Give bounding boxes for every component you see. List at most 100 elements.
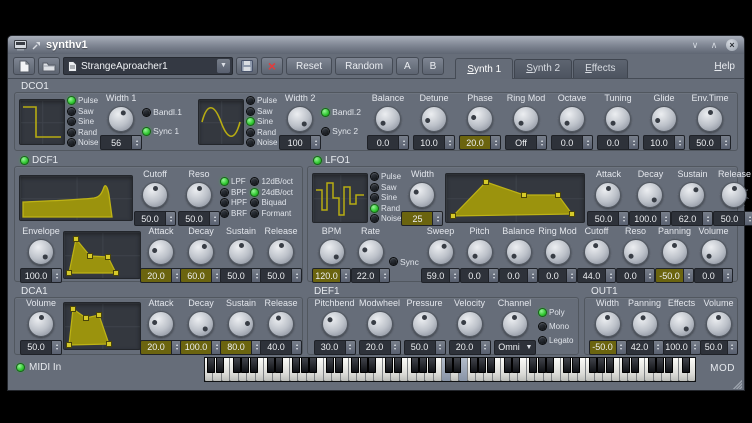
value-modwheel[interactable]: 20.0▲▼: [359, 340, 401, 355]
piano-black-key[interactable]: [504, 358, 512, 373]
knob-dial[interactable]: [637, 182, 663, 208]
piano-black-key[interactable]: [445, 358, 453, 373]
radio-rand[interactable]: Rand: [247, 128, 278, 137]
value-decay[interactable]: 100.0▲▼: [180, 340, 222, 355]
spinbox-arrows[interactable]: ▲▼: [674, 136, 684, 149]
knob-width[interactable]: Width25▲▼: [401, 169, 443, 226]
knob-dial[interactable]: [623, 239, 649, 265]
delete-preset-button[interactable]: ×: [261, 57, 283, 75]
mod-button[interactable]: MOD: [710, 363, 735, 374]
knob-dial[interactable]: [421, 106, 447, 132]
knob-detune[interactable]: Detune10.0▲▼: [411, 93, 457, 150]
knob-env-time[interactable]: Env.Time50.0▲▼: [687, 93, 733, 150]
piano-black-key[interactable]: [682, 358, 690, 373]
piano-black-key[interactable]: [589, 358, 597, 373]
spinbox-arrows[interactable]: ▲▼: [340, 269, 350, 282]
value-release[interactable]: 50.0▲▼: [260, 268, 302, 283]
radio-noise[interactable]: Noise: [68, 138, 99, 147]
knob-dial[interactable]: [188, 311, 214, 337]
value-ring-mod[interactable]: 0.0▲▼: [538, 268, 577, 283]
piano-white-key[interactable]: [679, 358, 687, 381]
knob-reso[interactable]: Reso0.0▲▼: [616, 226, 655, 283]
knob-dial[interactable]: [679, 182, 705, 208]
radio-formant[interactable]: Formant: [251, 209, 298, 218]
lfo1-led[interactable]: [314, 157, 321, 164]
check-sync-1[interactable]: Sync 1: [143, 126, 182, 136]
spinbox-arrows[interactable]: ▲▼: [379, 269, 389, 282]
value-release[interactable]: 50.0▲▼: [713, 211, 752, 226]
knob-release[interactable]: Release50.0▲▼: [713, 169, 752, 226]
piano-black-key[interactable]: [656, 358, 664, 373]
piano-white-key[interactable]: [561, 358, 569, 381]
piano-black-key[interactable]: [529, 358, 537, 373]
radio-pulse[interactable]: Pulse: [371, 172, 401, 181]
knob-cutoff[interactable]: Cutoff44.0▲▼: [577, 226, 616, 283]
radio-hpf[interactable]: HPF: [221, 198, 251, 207]
radio-biquad[interactable]: Biquad: [251, 198, 298, 207]
radio-rand[interactable]: Rand: [68, 128, 99, 137]
piano-black-key[interactable]: [631, 358, 639, 373]
piano-white-key[interactable]: [586, 358, 594, 381]
piano-black-key[interactable]: [597, 358, 605, 373]
knob-rate[interactable]: Rate22.0▲▼: [351, 226, 390, 283]
filter-response-display[interactable]: [19, 175, 133, 221]
knob-envelope[interactable]: Envelope100.0▲▼: [19, 226, 63, 283]
knob-dial[interactable]: [584, 239, 610, 265]
knob-attack[interactable]: Attack20.0▲▼: [141, 298, 181, 355]
radio-saw[interactable]: Saw: [247, 107, 278, 116]
piano-black-key[interactable]: [335, 358, 343, 373]
knob-dial[interactable]: [662, 239, 688, 265]
knob-dial[interactable]: [669, 311, 695, 337]
radio-noise[interactable]: Noise: [247, 138, 278, 147]
knob-dial[interactable]: [228, 311, 254, 337]
piano-black-key[interactable]: [419, 358, 427, 373]
filter-envelope-display[interactable]: [63, 231, 141, 279]
value-attack[interactable]: 20.0▲▼: [140, 340, 182, 355]
radio-bpf[interactable]: BPF: [221, 188, 251, 197]
compare-b-button[interactable]: B: [422, 57, 445, 75]
tab-effects[interactable]: Effects: [573, 59, 627, 78]
piano-black-key[interactable]: [453, 358, 461, 373]
value-volume[interactable]: 50.0▲▼: [20, 340, 62, 355]
value-envelope[interactable]: 100.0▲▼: [20, 268, 62, 283]
knob-dial[interactable]: [358, 239, 384, 265]
spinbox-arrows[interactable]: ▲▼: [727, 341, 737, 354]
value-channel[interactable]: Omni▼: [494, 340, 536, 355]
save-preset-button[interactable]: [236, 57, 258, 75]
value-width[interactable]: -50.0▲▼: [589, 340, 627, 355]
piano-white-key[interactable]: [383, 358, 391, 381]
knob-width-1[interactable]: Width 156▲▼: [99, 93, 143, 150]
amp-envelope-display[interactable]: [63, 302, 141, 350]
piano-black-key[interactable]: [606, 358, 614, 373]
value-glide[interactable]: 10.0▲▼: [643, 135, 685, 150]
knob-modwheel[interactable]: Modwheel20.0▲▼: [357, 298, 402, 355]
knob-panning[interactable]: Panning42.0▲▼: [626, 298, 663, 355]
maximize-icon[interactable]: ∧: [707, 36, 721, 54]
new-preset-button[interactable]: [13, 57, 35, 75]
value-octave[interactable]: 0.0▲▼: [551, 135, 593, 150]
value-ring-mod[interactable]: Off▲▼: [505, 135, 547, 150]
radio-saw[interactable]: Saw: [68, 107, 99, 116]
spinbox-arrows[interactable]: ▲▼: [449, 269, 459, 282]
spinbox-arrows[interactable]: ▲▼: [291, 269, 301, 282]
knob-attack[interactable]: Attack50.0▲▼: [587, 169, 629, 226]
spinbox-arrows[interactable]: ▲▼: [488, 269, 498, 282]
value-width-2[interactable]: 100▲▼: [279, 135, 321, 150]
value-attack[interactable]: 20.0▲▼: [140, 268, 182, 283]
value-panning[interactable]: 42.0▲▼: [626, 340, 664, 355]
knob-ring-mod[interactable]: Ring ModOff▲▼: [503, 93, 549, 150]
radio-poly[interactable]: Poly: [539, 308, 574, 317]
value-balance[interactable]: 0.0▲▼: [367, 135, 409, 150]
knob-dial[interactable]: [595, 182, 621, 208]
piano-black-key[interactable]: [512, 358, 520, 373]
spinbox-arrows[interactable]: ▲▼: [165, 212, 175, 225]
spinbox-arrows[interactable]: ▲▼: [644, 269, 654, 282]
value-reso[interactable]: 50.0▲▼: [178, 211, 220, 226]
tab-synth-2[interactable]: Synth 2: [514, 59, 572, 78]
knob-effects[interactable]: Effects100.0▲▼: [663, 298, 700, 355]
knob-dial[interactable]: [428, 239, 454, 265]
knob-sustain[interactable]: Sustain80.0▲▼: [221, 298, 261, 355]
radio-rand[interactable]: Rand: [371, 204, 401, 213]
piano-white-key[interactable]: [230, 358, 238, 381]
knob-pitchbend[interactable]: Pitchbend30.0▲▼: [312, 298, 357, 355]
